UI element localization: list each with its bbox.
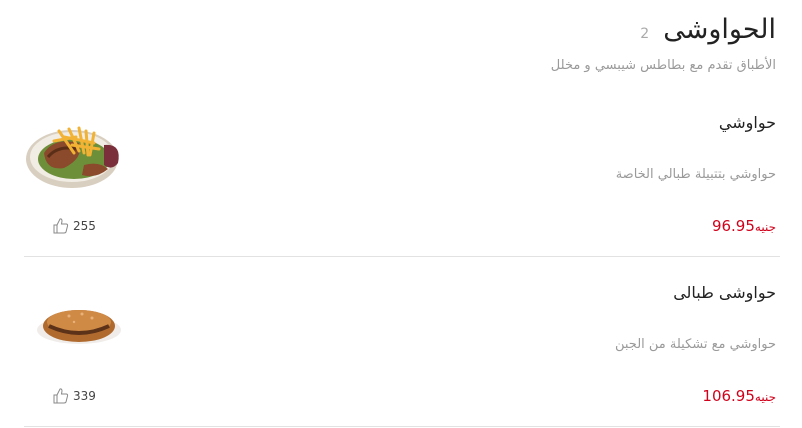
item-description: حواوشي مع تشكيلة من الجبن [614, 337, 776, 352]
menu-section-header: الحواوشى 2 الأطباق تقدم مع بطاطس شيبسي و… [76, 14, 776, 84]
item-price: 96.95 جنيه [712, 217, 776, 235]
thumbs-up-icon[interactable] [52, 387, 70, 405]
like-button[interactable]: 255 [52, 217, 96, 235]
menu-item[interactable]: حواوشي حواوشي بتتبيلة طبالي الخاصة 96.95… [24, 95, 780, 257]
section-title: الحواوشى [663, 14, 776, 45]
like-count: 339 [73, 389, 96, 403]
price-amount: 96.95 [711, 217, 755, 235]
price-currency: جنيه [754, 220, 776, 234]
like-count: 255 [73, 219, 96, 233]
item-name[interactable]: حواوشى طبالى [673, 283, 776, 302]
item-name[interactable]: حواوشي [719, 113, 776, 132]
stuffed-bread-icon [34, 300, 124, 350]
like-button[interactable]: 339 [52, 387, 96, 405]
item-description: حواوشي بتتبيلة طبالي الخاصة [615, 167, 776, 182]
menu-item[interactable]: حواوشى طبالى حواوشي مع تشكيلة من الجبن 1… [24, 265, 780, 427]
section-item-count: 2 [640, 26, 650, 42]
section-title-row: الحواوشى 2 [640, 14, 776, 45]
price-amount: 106.95 [702, 387, 755, 405]
thumbs-up-icon[interactable] [52, 217, 70, 235]
section-description: الأطباق تقدم مع بطاطس شيبسي و مخلل [550, 58, 776, 73]
sandwich-with-fries-icon [24, 123, 124, 189]
item-price: 106.95 جنيه [702, 387, 776, 405]
price-currency: جنيه [754, 390, 776, 404]
